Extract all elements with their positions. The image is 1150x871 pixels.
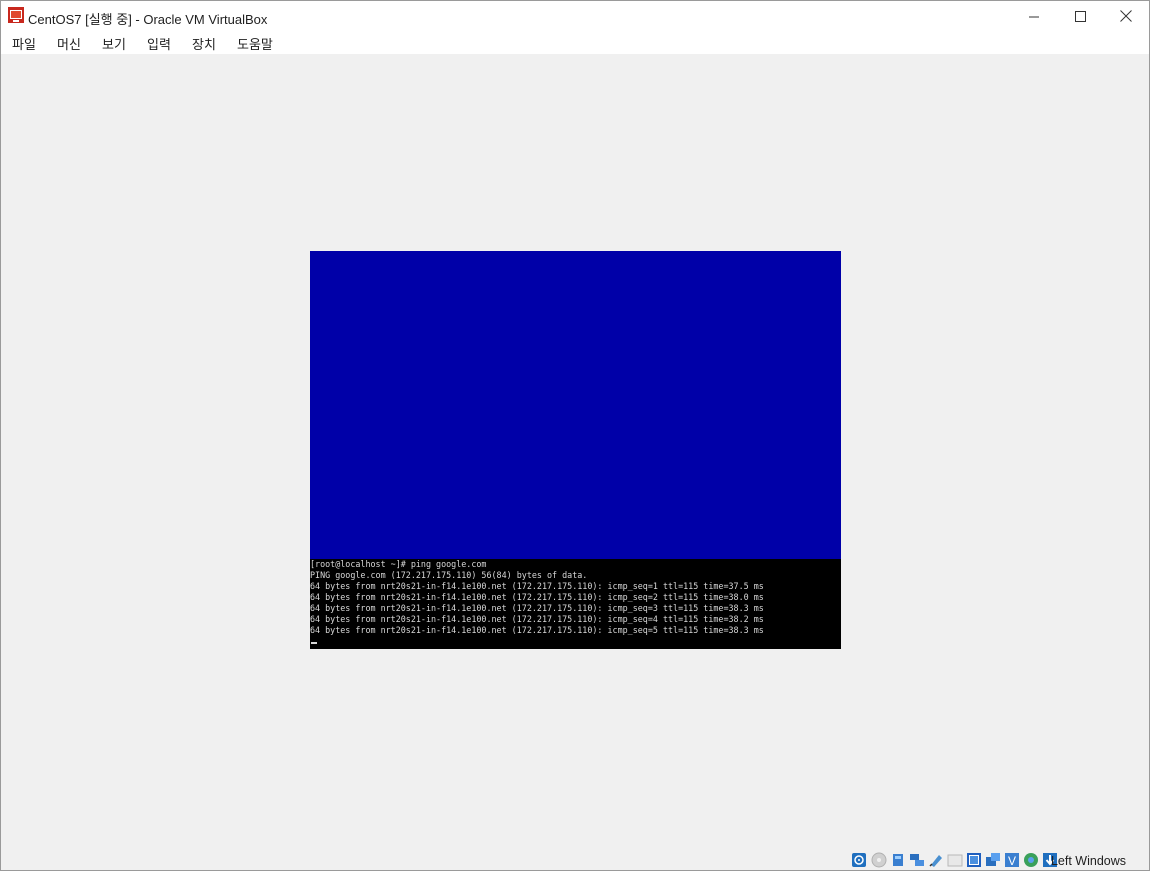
menu-devices[interactable]: 장치 bbox=[192, 34, 216, 53]
status-bar: V Left Windows bbox=[829, 850, 1149, 870]
cpu-icon[interactable] bbox=[1023, 852, 1039, 868]
usb-icon[interactable] bbox=[928, 852, 944, 868]
menu-machine[interactable]: 머신 bbox=[57, 34, 81, 53]
console-line: 64 bytes from nrt20s21-in-f14.1e100.net … bbox=[310, 603, 764, 613]
virtualization-icon[interactable]: V bbox=[1004, 852, 1020, 868]
shared-folders-icon[interactable] bbox=[947, 852, 963, 868]
svg-text:V: V bbox=[1008, 854, 1016, 868]
vm-display[interactable]: [root@localhost ~]# ping google.com PING… bbox=[310, 251, 841, 649]
maximize-icon bbox=[1074, 10, 1086, 22]
menu-bar: 파일 머신 보기 입력 장치 도움말 bbox=[1, 31, 1149, 54]
close-icon bbox=[1120, 10, 1132, 22]
display-icon[interactable] bbox=[966, 852, 982, 868]
console-line: 64 bytes from nrt20s21-in-f14.1e100.net … bbox=[310, 625, 764, 635]
menu-input[interactable]: 입력 bbox=[147, 34, 171, 53]
recording-icon[interactable] bbox=[985, 852, 1001, 868]
menu-file[interactable]: 파일 bbox=[12, 34, 36, 53]
minimize-icon bbox=[1028, 16, 1039, 17]
network-icon[interactable] bbox=[909, 852, 925, 868]
console-line: 64 bytes from nrt20s21-in-f14.1e100.net … bbox=[310, 614, 764, 624]
hard-disk-icon[interactable] bbox=[851, 852, 867, 868]
console-line: PING google.com (172.217.175.110) 56(84)… bbox=[310, 570, 588, 580]
virtualbox-app-icon bbox=[8, 7, 24, 23]
optical-drive-icon[interactable] bbox=[871, 852, 887, 868]
title-bar[interactable]: CentOS7 [실행 중] - Oracle VM VirtualBox bbox=[1, 1, 1149, 31]
menu-view[interactable]: 보기 bbox=[102, 34, 126, 53]
menu-help[interactable]: 도움말 bbox=[237, 34, 273, 53]
virtualbox-window: CentOS7 [실행 중] - Oracle VM VirtualBox 파일… bbox=[0, 0, 1150, 871]
console-line: 64 bytes from nrt20s21-in-f14.1e100.net … bbox=[310, 592, 764, 602]
console-line: 64 bytes from nrt20s21-in-f14.1e100.net … bbox=[310, 581, 764, 591]
window-title: CentOS7 [실행 중] - Oracle VM VirtualBox bbox=[28, 12, 268, 27]
maximize-button[interactable] bbox=[1057, 1, 1103, 31]
audio-icon[interactable] bbox=[890, 852, 906, 868]
console-output: [root@localhost ~]# ping google.com PING… bbox=[310, 559, 841, 649]
console-line: [root@localhost ~]# ping google.com bbox=[310, 559, 487, 569]
minimize-button[interactable] bbox=[1011, 1, 1057, 31]
close-button[interactable] bbox=[1103, 1, 1149, 31]
console-cursor bbox=[311, 642, 317, 644]
host-key-label: Left Windows bbox=[1050, 854, 1126, 868]
